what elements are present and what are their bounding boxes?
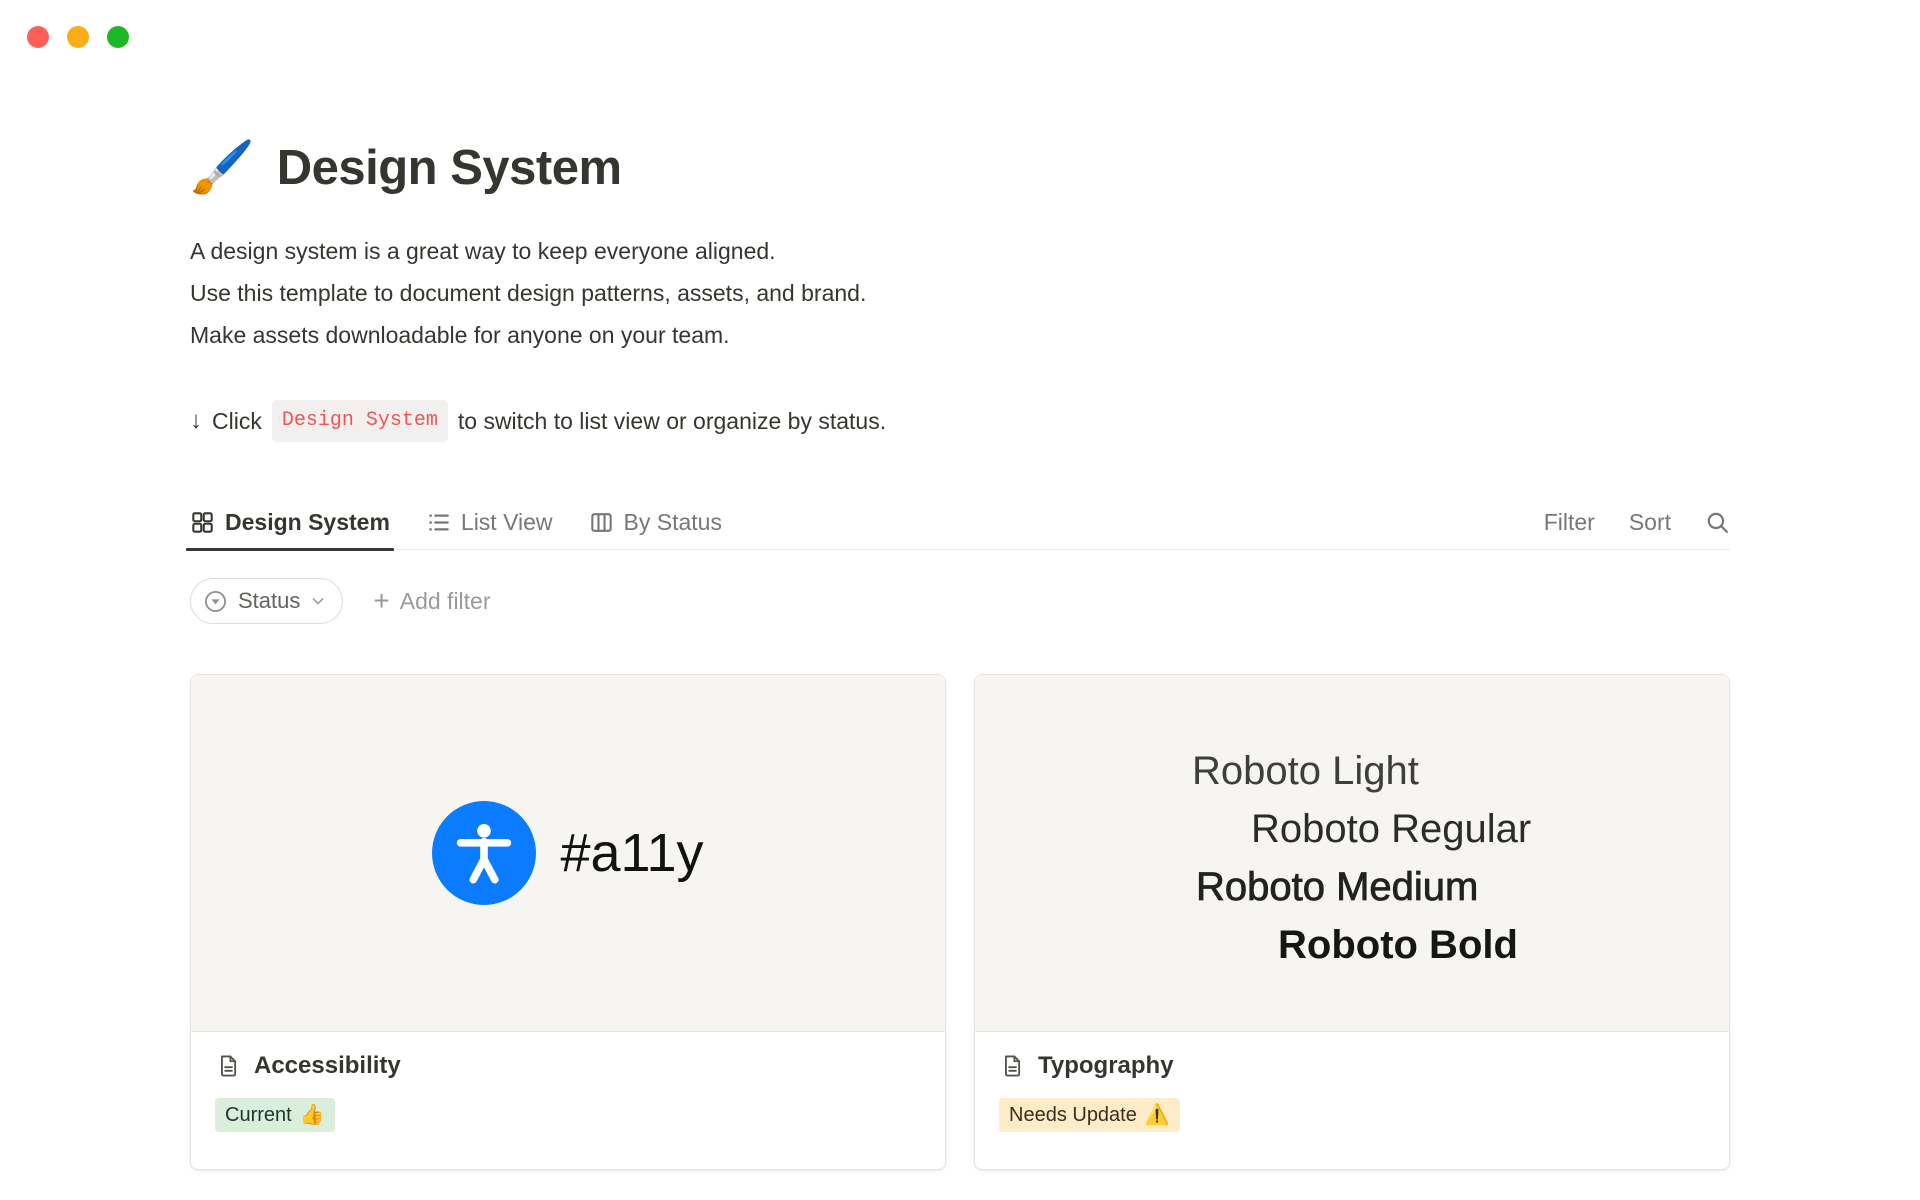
down-arrow-icon: ↓ bbox=[190, 404, 202, 438]
inline-code-chip: Design System bbox=[272, 400, 448, 442]
tab-label: By Status bbox=[624, 509, 722, 536]
add-filter-label: Add filter bbox=[400, 588, 491, 615]
tab-design-system[interactable]: Design System bbox=[190, 496, 390, 549]
badge-label: Current bbox=[225, 1102, 292, 1128]
page-header: 🖌️ Design System bbox=[190, 138, 1730, 198]
card-typography[interactable]: Roboto Light Roboto Regular Roboto Mediu… bbox=[974, 674, 1730, 1170]
badge-label: Needs Update bbox=[1009, 1102, 1137, 1128]
tab-label: List View bbox=[461, 509, 553, 536]
a11y-hashtag-text: #a11y bbox=[560, 822, 703, 884]
list-icon bbox=[426, 510, 451, 535]
card-accessibility[interactable]: #a11y Accessibility Current 👍 bbox=[190, 674, 946, 1170]
hint-line: ↓ Click Design System to switch to list … bbox=[190, 400, 1730, 442]
status-badge-needs-update: Needs Update ⚠️ bbox=[999, 1098, 1180, 1132]
card-title: Typography bbox=[1038, 1052, 1174, 1080]
page-description: A design system is a great way to keep e… bbox=[190, 230, 1730, 356]
filter-bar: Status + Add filter bbox=[190, 578, 1730, 624]
status-chip-label: Status bbox=[238, 588, 300, 614]
window-controls bbox=[27, 26, 129, 48]
hint-suffix: to switch to list view or organize by st… bbox=[458, 404, 886, 438]
chevron-down-icon bbox=[310, 593, 326, 609]
thumbs-up-emoji: 👍 bbox=[300, 1102, 325, 1128]
sort-button[interactable]: Sort bbox=[1629, 509, 1671, 536]
status-filter-chip[interactable]: Status bbox=[190, 578, 343, 624]
card-body: Typography Needs Update ⚠️ bbox=[975, 1032, 1729, 1152]
font-specimen-light: Roboto Light bbox=[1192, 742, 1729, 800]
page-icon-paintbrush: 🖌️ bbox=[190, 138, 255, 198]
minimize-button[interactable] bbox=[67, 26, 89, 48]
description-line: A design system is a great way to keep e… bbox=[190, 230, 1730, 272]
page: 🖌️ Design System A design system is a gr… bbox=[190, 0, 1730, 1170]
gallery-icon bbox=[190, 510, 215, 535]
add-filter-button[interactable]: + Add filter bbox=[373, 587, 490, 615]
tab-list-view[interactable]: List View bbox=[426, 496, 553, 549]
hint-prefix: Click bbox=[212, 404, 262, 438]
zoom-button[interactable] bbox=[107, 26, 129, 48]
gallery-view: #a11y Accessibility Current 👍 bbox=[190, 674, 1730, 1170]
search-icon bbox=[1705, 510, 1730, 535]
search-button[interactable] bbox=[1705, 510, 1730, 535]
page-title: Design System bbox=[277, 138, 622, 198]
status-badge-current: Current 👍 bbox=[215, 1098, 335, 1132]
filter-button[interactable]: Filter bbox=[1544, 509, 1595, 536]
font-specimen-medium: Roboto Medium bbox=[1196, 858, 1729, 916]
description-line: Use this template to document design pat… bbox=[190, 272, 1730, 314]
view-tabs: Design System List View bbox=[190, 496, 722, 549]
plus-icon: + bbox=[373, 587, 389, 615]
font-specimen-regular: Roboto Regular bbox=[1251, 800, 1729, 858]
status-circle-icon bbox=[203, 589, 228, 614]
accessibility-icon bbox=[432, 801, 536, 905]
card-title: Accessibility bbox=[254, 1052, 401, 1080]
board-icon bbox=[589, 510, 614, 535]
toolbar-actions: Filter Sort bbox=[1544, 509, 1730, 536]
card-preview-typography: Roboto Light Roboto Regular Roboto Mediu… bbox=[975, 675, 1729, 1032]
font-specimen-bold: Roboto Bold bbox=[1278, 916, 1729, 974]
warning-emoji: ⚠️ bbox=[1145, 1102, 1170, 1128]
page-document-icon bbox=[999, 1053, 1025, 1079]
tab-by-status[interactable]: By Status bbox=[589, 496, 722, 549]
close-button[interactable] bbox=[27, 26, 49, 48]
tab-label: Design System bbox=[225, 509, 390, 536]
card-body: Accessibility Current 👍 bbox=[191, 1032, 945, 1152]
database-toolbar: Design System List View bbox=[190, 496, 1730, 550]
page-document-icon bbox=[215, 1053, 241, 1079]
card-preview-a11y: #a11y bbox=[191, 675, 945, 1032]
description-line: Make assets downloadable for anyone on y… bbox=[190, 314, 1730, 356]
